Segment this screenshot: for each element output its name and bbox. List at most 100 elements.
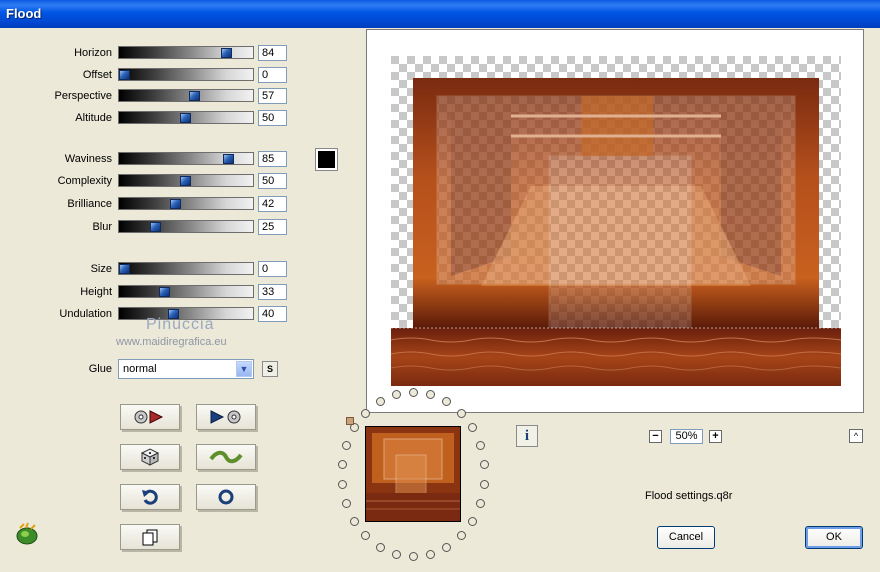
slider-track[interactable]	[118, 262, 254, 275]
cancel-button[interactable]: Cancel	[657, 526, 715, 549]
chevron-down-icon[interactable]: ▼	[236, 361, 252, 377]
slider-thumb[interactable]	[180, 113, 191, 123]
slider-track[interactable]	[118, 285, 254, 298]
slider-track[interactable]	[118, 197, 254, 210]
record-button[interactable]	[196, 484, 256, 510]
slider-label: Undulation	[59, 308, 112, 320]
slider-row: Height 33	[0, 284, 300, 300]
slider-thumb[interactable]	[170, 199, 181, 209]
slider-track[interactable]	[118, 111, 254, 124]
randomize-button[interactable]	[120, 444, 180, 470]
glue-label: Glue	[88, 363, 112, 375]
slider-track[interactable]	[118, 68, 254, 81]
ok-button[interactable]: OK	[805, 526, 863, 549]
wave-icon	[209, 450, 243, 464]
navigator-dot	[341, 440, 351, 450]
navigator-dot	[361, 531, 371, 541]
save-preset-button[interactable]	[196, 404, 256, 430]
slider-thumb[interactable]	[159, 287, 170, 297]
navigator-dot	[480, 479, 490, 489]
slider-thumb[interactable]	[221, 48, 232, 58]
navigator-dot	[409, 552, 418, 561]
dialog-client-area: Horizon 84 Offset 0 Perspective 57 Altitude 50 W…	[0, 28, 880, 572]
navigator-dot	[361, 408, 371, 418]
navigator-dot	[341, 499, 351, 509]
slider-value-input[interactable]: 85	[258, 151, 287, 167]
preview-panel[interactable]	[366, 29, 864, 413]
slider-value-input[interactable]: 57	[258, 88, 287, 104]
info-button[interactable]: i	[516, 425, 538, 447]
watermark-url: www.maidiregrafica.eu	[116, 336, 227, 348]
slider-row: Offset 0	[0, 67, 300, 83]
navigator-handle[interactable]	[346, 417, 354, 425]
navigator-dot	[391, 549, 401, 559]
slider-value-input[interactable]: 50	[258, 110, 287, 126]
slider-thumb[interactable]	[223, 154, 234, 164]
slider-label: Blur	[92, 221, 112, 233]
slider-label: Offset	[82, 69, 112, 81]
app-logo-icon	[16, 522, 38, 545]
slider-row: Waviness 85	[0, 151, 300, 167]
slider-value-input[interactable]: 40	[258, 306, 287, 322]
slider-thumb[interactable]	[180, 176, 191, 186]
load-preset-button[interactable]	[120, 404, 180, 430]
navigator-dot	[426, 549, 436, 559]
reset-button[interactable]	[120, 484, 180, 510]
slider-value-input[interactable]: 42	[258, 196, 287, 212]
navigator-dot	[409, 388, 418, 397]
slider-value-input[interactable]: 0	[258, 67, 287, 83]
watermark-name: Pinuccia	[146, 316, 215, 333]
navigator-dot	[375, 542, 385, 552]
slider-value-input[interactable]: 25	[258, 219, 287, 235]
color-swatch[interactable]	[315, 148, 338, 171]
slider-thumb[interactable]	[119, 264, 130, 274]
zoom-in-button[interactable]: +	[709, 430, 722, 443]
slider-label: Horizon	[74, 47, 112, 59]
navigator-dot	[337, 479, 347, 489]
slider-thumb[interactable]	[150, 222, 161, 232]
title-bar: Flood	[0, 0, 880, 28]
slider-label: Complexity	[57, 175, 112, 187]
glue-select[interactable]: normal ▼	[118, 359, 254, 379]
zoom-out-button[interactable]: −	[649, 430, 662, 443]
slider-row: Size 0	[0, 261, 300, 277]
slider-value-input[interactable]: 0	[258, 261, 287, 277]
slider-row: Altitude 50	[0, 110, 300, 126]
settings-file-label: Flood settings.q8r	[645, 490, 733, 502]
ring-icon	[218, 489, 234, 505]
slider-label: Height	[80, 286, 112, 298]
navigator-dot	[468, 423, 478, 433]
slider-track[interactable]	[118, 46, 254, 59]
copy-button[interactable]	[120, 524, 180, 550]
navigator-thumbnail[interactable]	[365, 426, 461, 522]
slider-label: Perspective	[54, 90, 112, 102]
wave-button[interactable]	[196, 444, 256, 470]
navigator-thumbnail-image	[366, 427, 460, 521]
collapse-button[interactable]: ^	[849, 429, 863, 443]
dice-icon	[140, 448, 160, 466]
slider-value-input[interactable]: 84	[258, 45, 287, 61]
slider-label: Size	[90, 263, 112, 275]
navigator-dot	[349, 516, 359, 526]
navigator-dot	[337, 460, 347, 470]
slider-track[interactable]	[118, 152, 254, 165]
glue-selected-value: normal	[123, 363, 157, 375]
load-preset-icon	[134, 410, 164, 424]
slider-thumb[interactable]	[189, 91, 200, 101]
slider-row: Perspective 57	[0, 88, 300, 104]
slider-label: Waviness	[64, 153, 112, 165]
navigator-dot	[476, 440, 486, 450]
slider-thumb[interactable]	[119, 70, 130, 80]
slider-value-input[interactable]: 50	[258, 173, 287, 189]
preview-image	[391, 56, 841, 386]
slider-track[interactable]	[118, 89, 254, 102]
undo-icon	[142, 489, 158, 505]
slider-track[interactable]	[118, 174, 254, 187]
slider-row: Blur 25	[0, 219, 300, 235]
slider-track[interactable]	[118, 220, 254, 233]
slider-value-input[interactable]: 33	[258, 284, 287, 300]
window-title: Flood	[6, 6, 42, 21]
glue-s-button[interactable]: S	[262, 361, 278, 377]
zoom-level[interactable]: 50%	[670, 429, 703, 444]
navigator-dot	[480, 460, 490, 470]
